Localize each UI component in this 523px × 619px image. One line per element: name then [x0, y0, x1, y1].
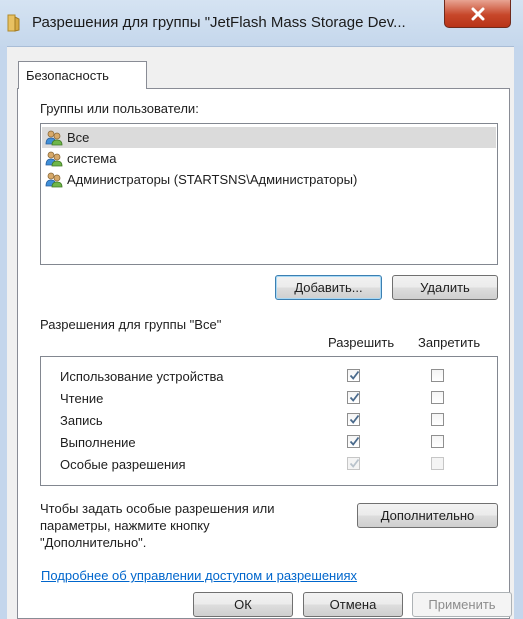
list-item-system[interactable]: система — [42, 148, 496, 169]
advanced-hint-line2: параметры, нажмите кнопку — [40, 518, 210, 533]
close-button[interactable] — [444, 0, 511, 28]
add-button[interactable]: Добавить... — [275, 275, 382, 300]
folder-icon — [7, 14, 20, 32]
permission-row-device-use: Использование устройства — [41, 366, 497, 388]
check-icon — [349, 392, 360, 402]
group-icon — [45, 151, 63, 166]
allow-checkbox[interactable] — [347, 369, 360, 382]
allow-checkbox[interactable] — [347, 435, 360, 448]
deny-checkbox[interactable] — [431, 369, 444, 382]
window-frame-left — [0, 46, 7, 619]
cancel-button[interactable]: Отмена — [303, 592, 403, 617]
list-item-label: система — [67, 151, 117, 166]
groups-list[interactable]: Все система Администраторы (STARTSNS\Адм… — [40, 123, 498, 265]
allow-checkbox — [347, 457, 360, 470]
learn-more-link[interactable]: Подробнее об управлении доступом и разре… — [41, 568, 357, 583]
permission-name: Выполнение — [60, 435, 136, 450]
ok-button[interactable]: ОК — [193, 592, 293, 617]
list-item-label: Администраторы (STARTSNS\Администраторы) — [67, 172, 358, 187]
column-deny-header: Запретить — [418, 335, 481, 350]
deny-checkbox — [431, 457, 444, 470]
check-icon — [349, 370, 360, 380]
check-icon — [349, 458, 360, 468]
advanced-hint-line1: Чтобы задать особые разрешения или — [40, 501, 275, 516]
permissions-label: Разрешения для группы "Все" — [40, 317, 222, 332]
permission-name: Чтение — [60, 391, 104, 406]
advanced-hint-line3: "Дополнительно". — [40, 535, 147, 550]
permission-row-special: Особые разрешения — [41, 454, 497, 476]
permission-row-execute: Выполнение — [41, 432, 497, 454]
list-item-everyone[interactable]: Все — [42, 127, 496, 148]
window-title: Разрешения для группы "JetFlash Mass Sto… — [32, 14, 406, 31]
permission-row-write: Запись — [41, 410, 497, 432]
column-allow-header: Разрешить — [328, 335, 395, 350]
group-icon — [45, 130, 63, 145]
remove-button[interactable]: Удалить — [392, 275, 498, 300]
tab-security-label: Безопасность — [26, 68, 109, 83]
allow-checkbox[interactable] — [347, 413, 360, 426]
permission-name: Использование устройства — [60, 369, 224, 384]
title-bar[interactable]: Разрешения для группы "JetFlash Mass Sto… — [0, 0, 523, 47]
permission-row-read: Чтение — [41, 388, 497, 410]
permission-name: Запись — [60, 413, 103, 428]
group-icon — [45, 172, 63, 187]
tab-security[interactable]: Безопасность — [18, 61, 147, 89]
permissions-dialog: Разрешения для группы "JetFlash Mass Sto… — [0, 0, 523, 619]
advanced-button[interactable]: Дополнительно — [357, 503, 498, 528]
check-icon — [349, 436, 360, 446]
window-frame-right — [514, 46, 523, 619]
deny-checkbox[interactable] — [431, 435, 444, 448]
groups-label: Группы или пользователи: — [40, 101, 199, 116]
apply-button: Применить — [412, 592, 512, 617]
allow-checkbox[interactable] — [347, 391, 360, 404]
list-item-label: Все — [67, 130, 90, 145]
permission-name: Особые разрешения — [60, 457, 186, 472]
deny-checkbox[interactable] — [431, 391, 444, 404]
check-icon — [349, 414, 360, 424]
list-item-administrators[interactable]: Администраторы (STARTSNS\Администраторы) — [42, 169, 496, 190]
deny-checkbox[interactable] — [431, 413, 444, 426]
permissions-table: Использование устройства Чтение Запись В… — [40, 356, 498, 486]
close-icon — [471, 7, 484, 20]
